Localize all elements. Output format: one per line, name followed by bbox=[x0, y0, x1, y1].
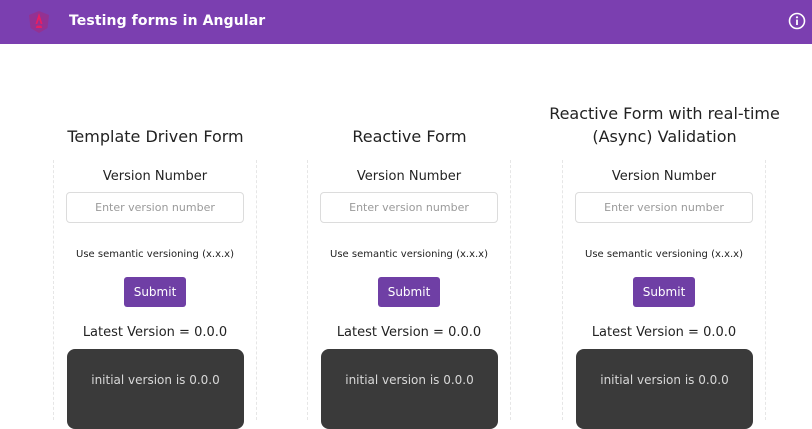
version-number-label: Version Number bbox=[102, 169, 208, 184]
form-title-line2: (Async) Validation bbox=[592, 127, 737, 146]
submit-button[interactable]: Submit bbox=[633, 277, 695, 307]
version-number-input[interactable] bbox=[320, 192, 498, 223]
version-log-text: initial version is 0.0.0 bbox=[600, 373, 729, 387]
latest-version-text: Latest Version = 0.0.0 bbox=[82, 325, 228, 340]
version-log-panel: initial version is 0.0.0 bbox=[67, 349, 244, 429]
async-reactive-form-section: Reactive Form with real-time (Async) Val… bbox=[537, 0, 792, 429]
version-log-text: initial version is 0.0.0 bbox=[345, 373, 474, 387]
semver-hint: Use semantic versioning (x.x.x) bbox=[585, 249, 743, 260]
version-number-label: Version Number bbox=[356, 169, 462, 184]
form-title: Reactive Form bbox=[352, 127, 467, 146]
semver-hint: Use semantic versioning (x.x.x) bbox=[330, 249, 488, 260]
version-number-input[interactable] bbox=[66, 192, 244, 223]
version-log-panel: initial version is 0.0.0 bbox=[321, 349, 498, 429]
semver-hint: Use semantic versioning (x.x.x) bbox=[76, 249, 234, 260]
submit-button[interactable]: Submit bbox=[124, 277, 186, 307]
version-number-label: Version Number bbox=[611, 169, 717, 184]
template-driven-form-section: Template Driven Form Version Number Use … bbox=[28, 0, 283, 429]
latest-version-text: Latest Version = 0.0.0 bbox=[336, 325, 482, 340]
form-title-line1: Reactive Form with real-time bbox=[549, 104, 780, 123]
version-log-text: initial version is 0.0.0 bbox=[91, 373, 220, 387]
version-number-input[interactable] bbox=[575, 192, 753, 223]
latest-version-text: Latest Version = 0.0.0 bbox=[591, 325, 737, 340]
form-title: Template Driven Form bbox=[67, 127, 244, 146]
version-log-panel: initial version is 0.0.0 bbox=[576, 349, 753, 429]
submit-button[interactable]: Submit bbox=[378, 277, 440, 307]
reactive-form-section: Reactive Form Version Number Use semanti… bbox=[282, 0, 537, 429]
